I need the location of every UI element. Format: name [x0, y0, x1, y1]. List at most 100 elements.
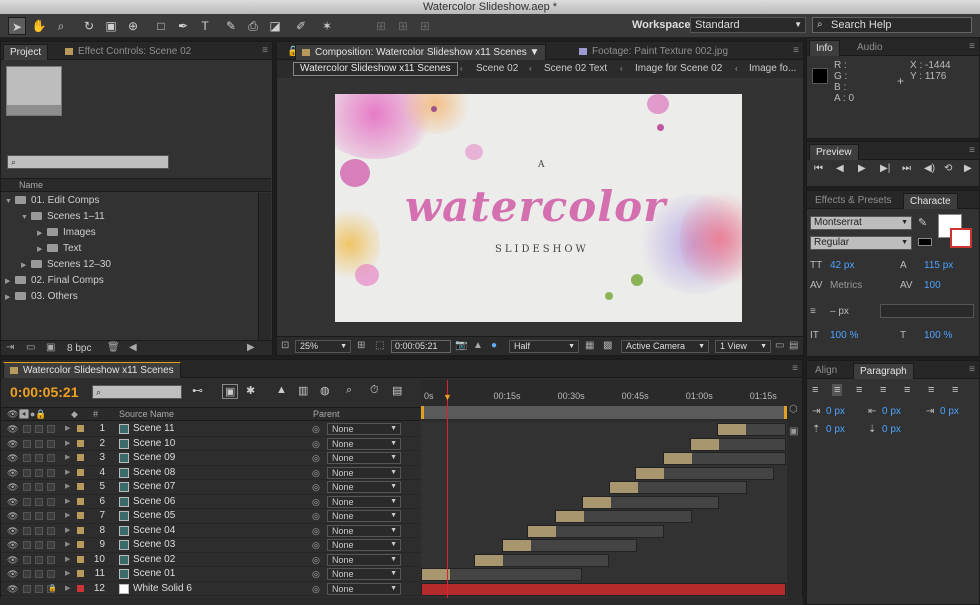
layer-bar-segment[interactable] — [475, 554, 504, 566]
parent-select[interactable]: None ▼ — [327, 568, 401, 580]
layer-row[interactable]: 👁 ▶ 11 Scene 01 ◎ None ▼ — [1, 567, 421, 582]
lock-toggle[interactable] — [47, 454, 55, 462]
layer-duration-bar[interactable] — [662, 452, 786, 465]
parent-select[interactable]: None ▼ — [327, 582, 401, 595]
layer-duration-bar[interactable] — [717, 423, 786, 436]
show-snapshot-icon[interactable]: ▲ — [473, 340, 483, 351]
layer-row[interactable]: 👁 ▶ 2 Scene 10 ◎ None ▼ — [1, 437, 421, 451]
stroke-mode-select[interactable] — [880, 304, 974, 318]
layer-bar-segment[interactable] — [528, 525, 557, 537]
visibility-eye-icon[interactable]: 👁 — [7, 451, 18, 465]
layer-duration-bar[interactable] — [582, 495, 720, 509]
ram-preview-icon[interactable]: ▶ — [964, 163, 972, 174]
layer-bar-segment[interactable] — [663, 453, 692, 464]
tree-folder[interactable]: ▼ Scenes 1–11 — [1, 209, 257, 225]
playhead[interactable] — [446, 380, 448, 598]
parent-select[interactable]: None ▼ — [327, 466, 401, 479]
stopwatch-icon[interactable]: ⏱ — [370, 384, 379, 397]
label-color-icon[interactable] — [77, 526, 84, 534]
solo-toggle[interactable] — [35, 483, 43, 491]
resolution-select[interactable]: Half ▼ — [509, 340, 579, 353]
space-before-value[interactable]: 0 px — [826, 424, 845, 435]
solo-toggle[interactable] — [35, 454, 43, 462]
parent-select[interactable]: None ▼ — [327, 481, 401, 493]
label-color-icon[interactable] — [77, 454, 84, 461]
last-frame-icon[interactable]: ⏭ — [902, 163, 911, 174]
breadcrumb-item[interactable]: Scene 02 — [476, 63, 518, 74]
tab-character[interactable]: Characte — [903, 193, 958, 209]
parent-select[interactable]: None ▼ — [327, 539, 401, 551]
layer-name[interactable]: Scene 03 — [133, 538, 175, 552]
collapsed-triangle-icon[interactable]: ▶ — [65, 437, 70, 451]
pick-whip-icon[interactable]: ◎ — [312, 524, 320, 538]
font-family-select[interactable]: Montserrat ▼ — [810, 216, 912, 230]
visibility-eye-icon[interactable]: 👁 — [7, 437, 18, 451]
breadcrumb-item[interactable]: Scene 02 Text — [544, 63, 607, 74]
clone-stamp-tool-icon[interactable]: ⎙ — [244, 17, 262, 35]
audio-toggle[interactable] — [23, 541, 31, 549]
panel-menu-icon[interactable]: ≡ — [969, 145, 975, 156]
audio-toggle[interactable] — [23, 439, 31, 448]
work-area-bar[interactable] — [421, 406, 787, 419]
layer-bar-segment[interactable] — [610, 482, 639, 493]
draft-3d-icon[interactable]: ▣ — [222, 384, 239, 399]
timeline-scroll-gutter[interactable]: ⬡ ▣ — [787, 380, 802, 598]
align-center-icon[interactable]: ≡ — [832, 384, 843, 396]
tree-folder[interactable]: ▶ 02. Final Comps — [1, 273, 257, 289]
pick-whip-icon[interactable]: ◎ — [312, 582, 320, 596]
solo-toggle[interactable] — [35, 497, 43, 506]
tree-folder[interactable]: ▶ 03. Others — [1, 289, 257, 305]
panel-menu-icon[interactable]: ≡ — [792, 363, 798, 374]
breadcrumb-item[interactable]: Image fo... — [749, 63, 796, 74]
indent-first-value[interactable]: 0 px — [940, 406, 959, 417]
layer-row[interactable]: 👁 ▶ 5 Scene 07 ◎ None ▼ — [1, 480, 421, 495]
camera-select[interactable]: Active Camera ▼ — [621, 340, 709, 353]
layer-row[interactable]: 👁 ▶ 7 Scene 05 ◎ None ▼ — [1, 509, 421, 524]
tab-project[interactable]: Project — [3, 44, 49, 60]
comp-button-icon[interactable]: ▣ — [789, 426, 798, 437]
audio-toggle[interactable] — [23, 555, 31, 564]
pick-whip-icon[interactable]: ◎ — [312, 553, 320, 567]
tab-footage[interactable]: Footage: Paint Texture 002.jpg — [573, 44, 734, 60]
layer-row[interactable]: 👁 ▶ 4 Scene 08 ◎ None ▼ — [1, 466, 421, 480]
panel-menu-icon[interactable]: ≡ — [262, 45, 268, 56]
solo-toggle[interactable] — [35, 468, 43, 477]
visibility-eye-icon[interactable]: 👁 — [7, 567, 18, 581]
solo-toggle[interactable] — [35, 425, 43, 433]
layer-row[interactable]: 👁 ▶ 6 Scene 06 ◎ None ▼ — [1, 495, 421, 509]
tab-info[interactable]: Info — [809, 40, 840, 56]
layer-duration-bar[interactable] — [609, 481, 747, 494]
always-preview-icon[interactable]: ⊡ — [281, 340, 289, 351]
reset-exposure-icon[interactable]: ▤ — [789, 340, 798, 351]
panel-menu-icon[interactable]: ≡ — [793, 45, 799, 56]
eraser-tool-icon[interactable]: ◪ — [266, 17, 284, 35]
project-scrollbar[interactable] — [258, 193, 271, 341]
audio-toggle[interactable] — [23, 512, 31, 520]
layer-row[interactable]: 👁 ▶ 8 Scene 04 ◎ None ▼ — [1, 524, 421, 538]
layer-duration-bar[interactable] — [635, 466, 775, 480]
layer-row[interactable]: 👁 🔒 ▶ 12 White Solid 6 ◎ None ▼ — [1, 582, 421, 596]
layer-duration-bar[interactable] — [690, 437, 786, 451]
visibility-eye-icon[interactable]: 👁 — [7, 538, 18, 552]
collapsed-triangle-icon[interactable]: ▶ — [65, 553, 70, 567]
layer-name[interactable]: Scene 11 — [133, 422, 175, 436]
zoom-tool-icon[interactable]: ⌕ — [52, 17, 70, 35]
tab-effect-controls[interactable]: Effect Controls: Scene 02 — [59, 44, 197, 60]
panel-menu-icon[interactable]: ≡ — [969, 364, 975, 375]
label-color-icon[interactable] — [77, 570, 84, 577]
label-color-icon[interactable] — [77, 439, 84, 447]
collapsed-triangle-icon[interactable]: ▶ — [65, 466, 70, 480]
view-layout-select[interactable]: 1 View ▼ — [715, 340, 771, 353]
next-frame-icon[interactable]: ▶| — [880, 163, 890, 174]
eyedropper-icon[interactable]: ✎ — [918, 216, 927, 229]
tree-folder[interactable]: ▶ Scenes 12–30 — [1, 257, 257, 273]
justify-right-icon[interactable]: ≡ — [928, 384, 934, 396]
project-column-name[interactable]: Name — [1, 178, 271, 192]
comp-timecode[interactable]: 0:00:05:21 — [391, 340, 451, 353]
layer-duration-bar[interactable] — [421, 568, 583, 581]
font-style-select[interactable]: Regular ▼ — [810, 236, 912, 250]
pick-whip-icon[interactable]: ◎ — [312, 567, 320, 581]
audio-toggle[interactable] — [23, 425, 31, 433]
layer-name[interactable]: Scene 06 — [133, 495, 175, 509]
camera-tool-icon[interactable]: ▣ — [102, 17, 120, 35]
